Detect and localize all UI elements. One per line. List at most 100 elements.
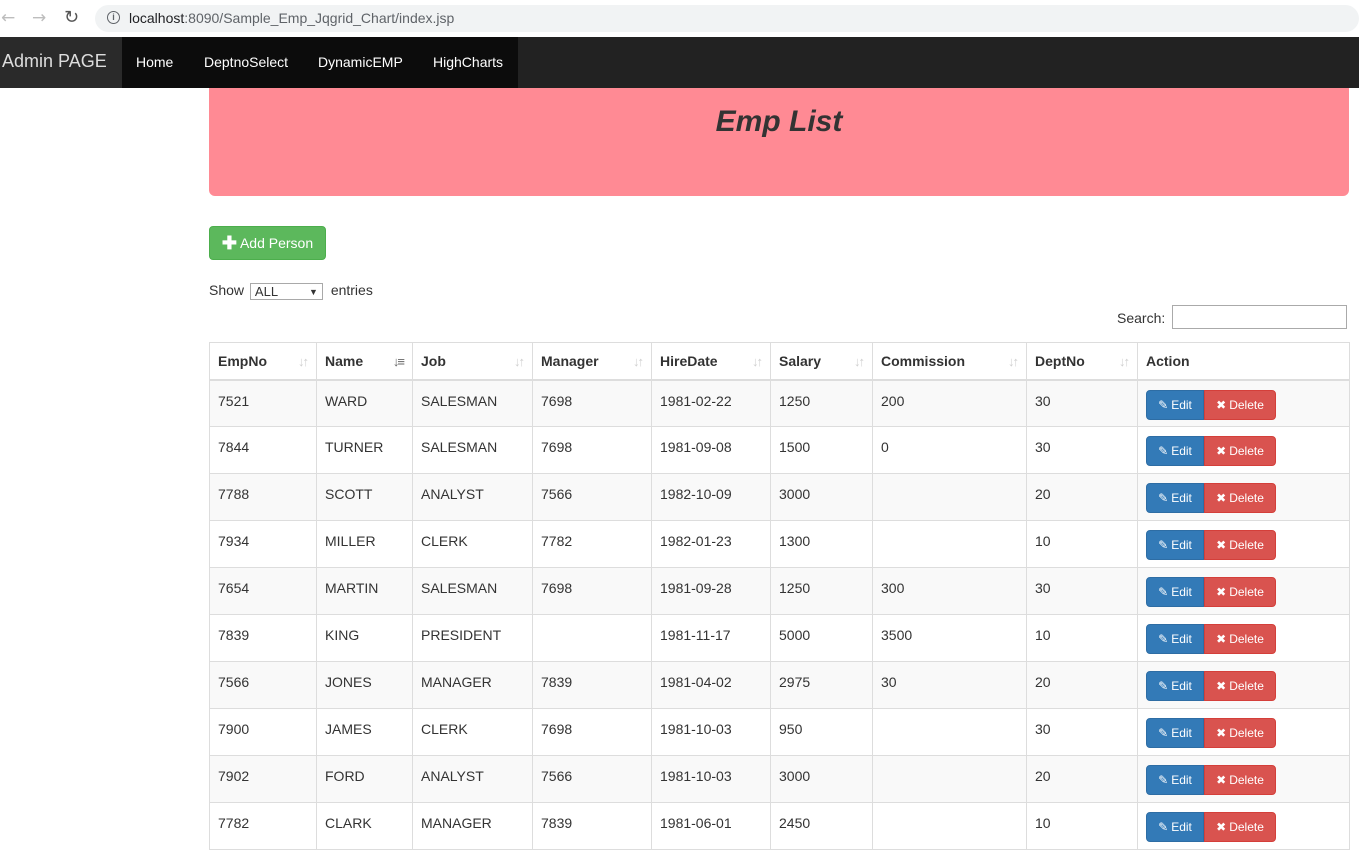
- edit-label: Edit: [1171, 444, 1192, 458]
- pencil-icon: ✎: [1158, 444, 1169, 458]
- table-cell-salary: 3000: [770, 755, 873, 803]
- pencil-icon: ✎: [1158, 726, 1169, 740]
- edit-button[interactable]: ✎ Edit: [1146, 671, 1204, 701]
- delete-button[interactable]: ✖ Delete: [1204, 436, 1276, 466]
- table-cell-name: JAMES: [316, 708, 413, 756]
- edit-button[interactable]: ✎ Edit: [1146, 389, 1204, 420]
- address-bar[interactable]: i localhost:8090/Sample_Emp_Jqgrid_Chart…: [95, 5, 1359, 32]
- reload-icon[interactable]: ↻: [64, 8, 79, 28]
- delete-button[interactable]: ✖ Delete: [1204, 530, 1276, 560]
- delete-button[interactable]: ✖ Delete: [1204, 671, 1276, 701]
- delete-button[interactable]: ✖ Delete: [1204, 718, 1276, 748]
- sort-icon[interactable]: ↓↑: [1008, 354, 1019, 369]
- trash-icon: ✖: [1216, 538, 1227, 552]
- table-cell-hiredate: 1981-09-08: [651, 426, 771, 474]
- table-cell-job: MANAGER: [412, 661, 533, 709]
- delete-button[interactable]: ✖ Delete: [1204, 483, 1276, 513]
- table-row: 7844 TURNER SALESMAN 7698 1981-09-08 1500 0 30 ✎…: [209, 426, 1350, 474]
- table-cell-salary: 1300: [770, 520, 873, 568]
- table-row: 7900 JAMES CLERK 7698 1981-10-03 950 30 ✎ Edit ✖ D…: [209, 708, 1350, 756]
- edit-button[interactable]: ✎ Edit: [1146, 436, 1204, 466]
- table-cell-salary: 950: [770, 708, 873, 756]
- table-cell-deptno: 20: [1026, 661, 1138, 709]
- url-host: localhost: [129, 10, 185, 26]
- table-cell-empno: 7934: [209, 520, 317, 568]
- edit-label: Edit: [1171, 820, 1192, 834]
- column-header-label: EmpNo: [218, 352, 267, 369]
- browser-toolbar: ← → ↻ i localhost:8090/Sample_Emp_Jqgrid…: [0, 0, 1359, 37]
- table-cell-salary: 2450: [770, 802, 873, 850]
- page-title: Emp List: [715, 105, 843, 138]
- trash-icon: ✖: [1216, 397, 1227, 412]
- edit-button[interactable]: ✎ Edit: [1146, 530, 1204, 560]
- delete-button[interactable]: ✖ Delete: [1204, 577, 1276, 607]
- table-cell-deptno: 20: [1026, 755, 1138, 803]
- sort-icon[interactable]: ↓↑: [514, 354, 525, 369]
- table-cell-hiredate: 1981-11-17: [651, 614, 771, 662]
- delete-button[interactable]: ✖ Delete: [1204, 624, 1276, 654]
- table-cell-manager: 7698: [532, 708, 652, 756]
- trash-icon: ✖: [1216, 444, 1227, 458]
- column-header-deptno[interactable]: DeptNo ↓↑: [1026, 342, 1138, 381]
- table-header-row: EmpNo ↓↑ Name ↓≡ Job ↓↑ Manager ↓↑ HireDate ↓↑ Sal…: [209, 342, 1350, 381]
- sort-icon[interactable]: ↓↑: [633, 354, 644, 369]
- column-header-job[interactable]: Job ↓↑: [412, 342, 533, 381]
- edit-button[interactable]: ✎ Edit: [1146, 812, 1204, 842]
- table-cell-salary: 2975: [770, 661, 873, 709]
- employee-table: EmpNo ↓↑ Name ↓≡ Job ↓↑ Manager ↓↑ HireDate ↓↑ Sal…: [209, 342, 1350, 850]
- add-person-label: Add Person: [239, 235, 314, 251]
- delete-button[interactable]: ✖ Delete: [1204, 389, 1276, 420]
- table-cell-job: ANALYST: [412, 473, 533, 521]
- pencil-icon: ✎: [1158, 632, 1169, 646]
- nav-link-dynamicemp[interactable]: DynamicEMP: [318, 37, 403, 88]
- edit-button[interactable]: ✎ Edit: [1146, 577, 1204, 607]
- delete-label: Delete: [1229, 397, 1264, 412]
- table-cell-deptno: 30: [1026, 567, 1138, 615]
- forward-arrow-icon[interactable]: →: [32, 8, 46, 28]
- add-person-button[interactable]: ✚ Add Person: [209, 226, 326, 260]
- table-cell-name: MARTIN: [316, 567, 413, 615]
- sort-icon[interactable]: ↓↑: [298, 354, 309, 369]
- sort-icon[interactable]: ↓↑: [854, 354, 865, 369]
- table-cell-action: ✎ Edit ✖ Delete: [1137, 379, 1350, 427]
- edit-button[interactable]: ✎ Edit: [1146, 718, 1204, 748]
- column-header-label: Commission: [881, 352, 966, 369]
- sort-desc-icon[interactable]: ↓≡: [393, 354, 405, 369]
- column-header-commission[interactable]: Commission ↓↑: [872, 342, 1027, 381]
- nav-link-home[interactable]: Home: [136, 37, 173, 88]
- table-cell-manager: 7698: [532, 379, 652, 427]
- column-header-manager[interactable]: Manager ↓↑: [532, 342, 652, 381]
- url-text[interactable]: localhost:8090/Sample_Emp_Jqgrid_Chart/i…: [129, 10, 454, 26]
- column-header-hiredate[interactable]: HireDate ↓↑: [651, 342, 771, 381]
- sort-icon[interactable]: ↓↑: [752, 354, 763, 369]
- table-cell-job: ANALYST: [412, 755, 533, 803]
- table-cell-commission: 0: [872, 426, 1027, 474]
- column-header-salary[interactable]: Salary ↓↑: [770, 342, 873, 381]
- top-navbar: Admin PAGE Home DeptnoSelect DynamicEMP …: [0, 37, 1359, 88]
- search-input[interactable]: [1172, 305, 1347, 329]
- table-cell-empno: 7788: [209, 473, 317, 521]
- entries-select[interactable]: ALL ▼: [249, 282, 323, 300]
- table-cell-salary: 1250: [770, 379, 873, 427]
- table-cell-commission: [872, 520, 1027, 568]
- table-cell-empno: 7521: [209, 379, 317, 427]
- brand-link[interactable]: Admin PAGE: [0, 37, 122, 88]
- delete-button[interactable]: ✖ Delete: [1204, 765, 1276, 795]
- edit-button[interactable]: ✎ Edit: [1146, 624, 1204, 654]
- delete-label: Delete: [1229, 491, 1264, 505]
- edit-button[interactable]: ✎ Edit: [1146, 765, 1204, 795]
- edit-label: Edit: [1171, 538, 1192, 552]
- pencil-icon: ✎: [1158, 491, 1169, 505]
- table-cell-job: SALESMAN: [412, 379, 533, 427]
- info-icon[interactable]: i: [107, 11, 120, 24]
- table-cell-hiredate: 1981-09-28: [651, 567, 771, 615]
- nav-link-deptnoselect[interactable]: DeptnoSelect: [204, 37, 288, 88]
- back-arrow-icon[interactable]: ←: [1, 8, 15, 28]
- delete-button[interactable]: ✖ Delete: [1204, 812, 1276, 842]
- pencil-icon: ✎: [1158, 679, 1169, 693]
- sort-icon[interactable]: ↓↑: [1119, 354, 1130, 369]
- edit-button[interactable]: ✎ Edit: [1146, 483, 1204, 513]
- nav-link-highcharts[interactable]: HighCharts: [433, 37, 503, 88]
- column-header-empno[interactable]: EmpNo ↓↑: [209, 342, 317, 381]
- column-header-name[interactable]: Name ↓≡: [316, 342, 413, 381]
